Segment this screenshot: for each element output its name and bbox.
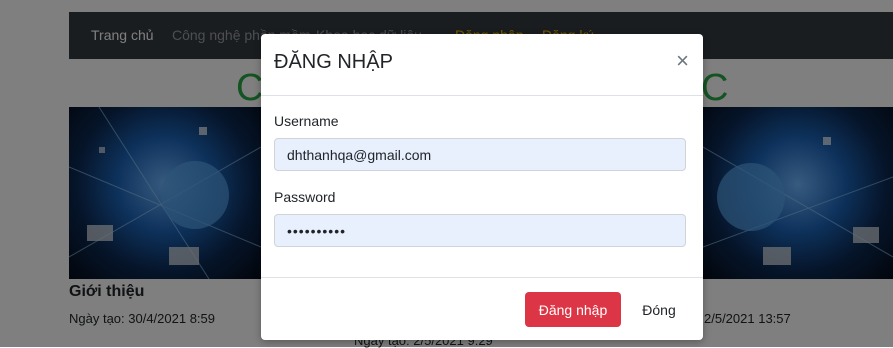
- modal-title: ĐĂNG NHẬP: [274, 51, 393, 73]
- username-input[interactable]: [274, 138, 686, 171]
- close-icon[interactable]: ×: [676, 49, 689, 73]
- modal-header: ĐĂNG NHẬP ×: [261, 34, 703, 96]
- password-label: Password: [274, 189, 336, 205]
- login-button[interactable]: Đăng nhập: [525, 292, 621, 327]
- password-input[interactable]: [274, 214, 686, 247]
- login-modal: ĐĂNG NHẬP × Username Password Đăng nhập …: [261, 34, 703, 340]
- close-button[interactable]: Đóng: [629, 292, 689, 327]
- modal-footer: Đăng nhập Đóng: [261, 277, 703, 341]
- username-label: Username: [274, 113, 339, 129]
